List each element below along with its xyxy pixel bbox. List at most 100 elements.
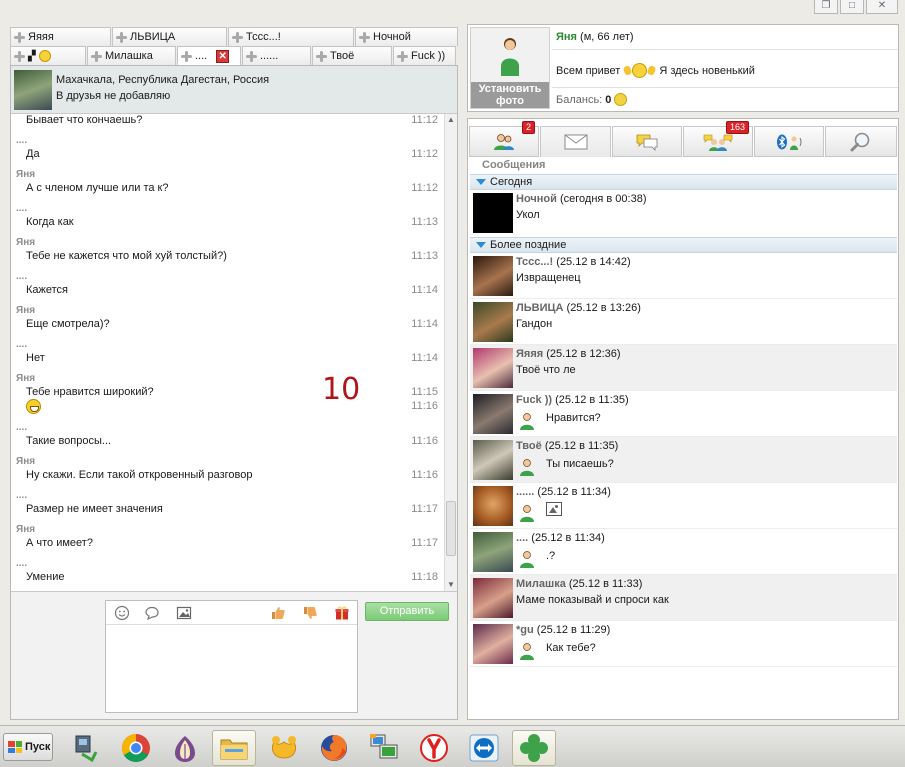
thumbs-down-icon[interactable] (302, 605, 318, 621)
conversation-avatar (473, 578, 513, 618)
teamviewer-icon[interactable] (462, 730, 506, 766)
side-tabs: 2 163 (469, 121, 898, 157)
profile-username[interactable]: Яня (556, 31, 577, 43)
tab-lvitsa[interactable]: ЛЬВИЦА (112, 27, 227, 46)
tab-label: Яяяя (28, 30, 54, 43)
conversation-item[interactable]: Ночной (сегодня в 00:38) Укол (470, 190, 897, 238)
tab-tsss[interactable]: Тссс...! (228, 27, 354, 46)
conversation-item[interactable]: Милашка (25.12 в 11:33) Маме показывай и… (470, 575, 897, 621)
mamba-icon[interactable] (262, 730, 306, 766)
tab-label: .... (195, 49, 208, 62)
chrome-icon[interactable] (114, 730, 158, 766)
conversation-avatar (473, 302, 513, 342)
profile-name: Яня (м, 66 лет) (556, 31, 634, 43)
tab-messages[interactable] (540, 126, 611, 157)
conversation-item[interactable]: Fuck )) (25.12 в 11:35) Нравится? (470, 391, 897, 437)
conversation-time: (25.12 в 11:35) (555, 394, 629, 406)
close-button[interactable]: ✕ (866, 0, 898, 14)
profile-status[interactable]: Всем привет Я здесь новенький (556, 63, 755, 78)
yandex-icon[interactable] (412, 730, 456, 766)
image-icon[interactable] (176, 605, 192, 621)
scroll-thumb[interactable] (446, 501, 456, 556)
gift-icon[interactable] (334, 605, 350, 621)
message-text: Ну скажи. Если такой откровенный разгово… (26, 469, 253, 481)
message-time: 11:14 (411, 352, 438, 364)
chat-tabs-row-1: Яяяя ЛЬВИЦА Тссс...! Ночной (10, 27, 459, 46)
remote-desktop-icon[interactable] (362, 730, 406, 766)
start-button[interactable]: Пуск (3, 733, 53, 761)
tab-nochnoy[interactable]: Ночной (355, 27, 458, 46)
compose-box[interactable] (105, 600, 358, 713)
conversation-item[interactable]: .... (25.12 в 11:34) .? (470, 529, 897, 575)
my-message-user-icon (520, 505, 534, 522)
tab-fuck[interactable]: Fuck )) (393, 46, 456, 65)
tor-icon[interactable] (163, 730, 207, 766)
balance[interactable]: Балансь: 0 (556, 93, 628, 106)
group-header-today[interactable]: Сегодня (470, 174, 897, 190)
compose-toolbar (106, 601, 357, 625)
message-sender: .... (16, 203, 28, 214)
windows-logo-icon (8, 741, 22, 753)
close-tab-icon[interactable]: ✕ (216, 49, 230, 63)
message-text: Бывает что кончаешь? (26, 114, 143, 126)
conversation-item[interactable]: ЛЬВИЦА (25.12 в 13:26) Гандон (470, 299, 897, 345)
conversation-time: (25.12 в 13:26) (566, 302, 641, 314)
tab-group-chat[interactable]: 163 (683, 121, 753, 157)
message-item: Яня А что имеет? 11:17 (11, 524, 444, 558)
tab-label: ЛЬВИЦА (130, 30, 176, 43)
conversation-time: (25.12 в 11:33) (568, 578, 643, 590)
conversation-item[interactable]: ...... (25.12 в 11:34) (470, 483, 897, 529)
conversation-item[interactable]: Твоё (25.12 в 11:35) Ты писаешь? (470, 437, 897, 483)
smiley-icon[interactable] (114, 605, 130, 621)
message-item: Яня А с членом лучше или та к? 11:12 (11, 169, 444, 203)
contact-avatar[interactable] (14, 70, 52, 110)
restore-button[interactable]: ❐ (814, 0, 838, 14)
thumbs-up-icon[interactable] (270, 605, 286, 621)
message-sender: .... (16, 135, 28, 146)
default-user-icon (501, 38, 519, 76)
network-icon[interactable] (64, 730, 108, 766)
conversation-time: (25.12 в 11:34) (537, 486, 611, 498)
scroll-up-icon[interactable]: ▲ (445, 114, 457, 126)
firefox-icon[interactable] (312, 730, 356, 766)
tab-bluetooth[interactable] (754, 126, 824, 157)
tab-yayaya[interactable]: Яяяя (10, 27, 111, 46)
conversation-name: Милашка (516, 578, 566, 590)
conversation-name: *gu (516, 624, 534, 636)
conversation-item[interactable]: Яяяя (25.12 в 12:36) Твоё что ле (470, 345, 897, 391)
message-item: Яня Еще смотрела)? 11:14 (11, 305, 444, 339)
conversation-time: (сегодня в 00:38) (559, 193, 647, 205)
message-text: Тебе не кажется что мой хуй толстый?) (26, 250, 227, 262)
conversation-avatar (473, 256, 513, 296)
conversation-item[interactable]: Тссс...! (25.12 в 14:42) Извращенец (470, 253, 897, 299)
message-item: .... Нет 11:14 (11, 339, 444, 373)
search-icon (850, 132, 870, 151)
message-list[interactable]: Бывает что кончаешь? 11:12 .... Да 11:12 Ян… (11, 114, 444, 591)
tab-chats[interactable] (612, 126, 682, 157)
set-photo-button[interactable]: Установить фото (471, 82, 549, 108)
sticker-bubble-icon[interactable] (144, 605, 160, 621)
send-button[interactable]: Отправить (365, 602, 449, 621)
conversation-preview: Как тебе? (546, 642, 596, 654)
explorer-icon[interactable] (212, 730, 256, 766)
scroll-down-icon[interactable]: ▼ (445, 579, 457, 591)
maximize-button[interactable]: □ (840, 0, 864, 14)
tab-contacts[interactable]: 2 (469, 121, 539, 157)
profile-photo[interactable]: Установить фото (470, 27, 550, 109)
tab-dots-active[interactable]: .... ✕ (177, 46, 241, 65)
message-sender: Яня (16, 456, 36, 467)
tab-milashka[interactable]: Милашка (87, 46, 176, 65)
conversation-item[interactable]: *gu (25.12 в 11:29) Как тебе? (470, 621, 897, 667)
tab-search[interactable] (825, 126, 897, 157)
clover-icon (181, 50, 192, 62)
profile-meta: (м, 66 лет) (580, 31, 634, 43)
tab-dots-six[interactable]: ...... (242, 46, 311, 65)
icq-icon[interactable] (512, 730, 556, 766)
tab-emoji-user[interactable]: ▞ (10, 46, 86, 65)
group-header-later[interactable]: Более поздние (470, 237, 897, 253)
contact-info: Махачкала, Республика Дагестан, Россия В… (56, 72, 269, 104)
message-sender: Яня (16, 237, 36, 248)
tab-tvoe[interactable]: Твоё (312, 46, 392, 65)
conversation-name: Яяяя (516, 348, 544, 360)
message-scrollbar[interactable]: ▲ ▼ (444, 114, 457, 591)
